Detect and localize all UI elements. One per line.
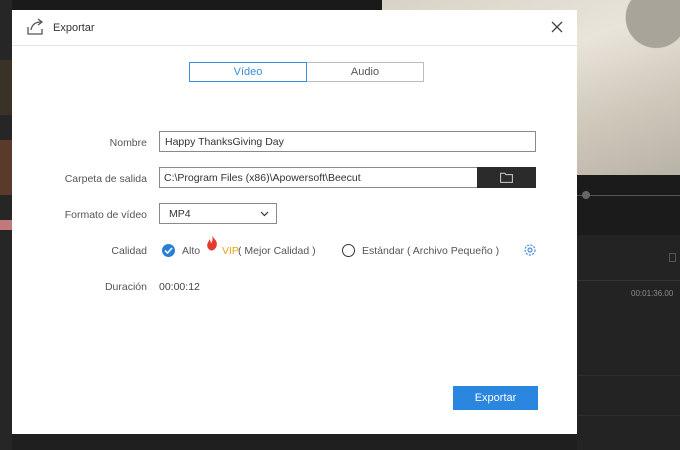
checkmark-icon — [164, 247, 173, 254]
quality-high-label: Alto — [182, 245, 201, 257]
output-folder-label: Carpeta de salida — [64, 173, 147, 185]
media-thumbnail — [0, 220, 12, 230]
quality-high-radio[interactable] — [162, 244, 175, 257]
media-thumbnail — [0, 140, 12, 195]
format-value: MP4 — [169, 208, 191, 220]
quality-options: Alto VIP ( Mejor Calidad ) Estándar ( Ar… — [162, 235, 542, 261]
chevron-down-icon — [260, 211, 269, 217]
quality-high-note: ( Mejor Calidad ) — [238, 245, 316, 257]
close-icon[interactable] — [549, 19, 565, 35]
format-label: Formato de vídeo — [64, 209, 147, 221]
timeline-lane — [577, 375, 680, 376]
settings-icon[interactable] — [523, 243, 537, 257]
timeline-timecode: 00:01:36.00 — [631, 289, 674, 298]
export-dialog: Exportar Vídeo Audio Nombre Carpeta de s… — [12, 10, 577, 434]
player-controls — [577, 175, 680, 235]
flame-icon — [207, 235, 217, 251]
export-icon — [27, 18, 44, 35]
tab-audio[interactable]: Audio — [306, 62, 424, 82]
dialog-title: Exportar — [53, 22, 95, 34]
vip-badge: VIP — [222, 245, 239, 257]
browse-folder-button[interactable] — [477, 167, 536, 188]
seek-knob — [582, 191, 590, 199]
timeline-panel: 00:01:36.00 — [577, 235, 680, 450]
format-select[interactable]: MP4 — [159, 203, 277, 224]
quality-standard-radio[interactable] — [342, 244, 355, 257]
duration-value: 00:00:12 — [159, 281, 200, 293]
timeline-tool-icon — [669, 253, 676, 262]
tab-video[interactable]: Vídeo — [189, 62, 307, 82]
name-label: Nombre — [109, 137, 147, 149]
folder-icon — [500, 172, 513, 183]
timeline-lane — [577, 415, 680, 416]
dialog-titlebar: Exportar — [12, 10, 577, 46]
media-panel-strip — [0, 0, 12, 450]
quality-label: Calidad — [111, 245, 147, 257]
app-top-strip — [12, 0, 382, 10]
seek-track — [577, 195, 680, 196]
quality-standard-label: Estándar ( Archivo Pequeño ) — [362, 245, 500, 257]
output-folder-field[interactable] — [159, 167, 478, 188]
export-button[interactable]: Exportar — [453, 386, 538, 410]
app-bottom-strip — [12, 434, 577, 450]
media-thumbnail — [0, 60, 12, 115]
duration-label: Duración — [104, 281, 147, 293]
name-field[interactable] — [159, 131, 536, 152]
tab-bar: Vídeo Audio — [189, 62, 424, 82]
